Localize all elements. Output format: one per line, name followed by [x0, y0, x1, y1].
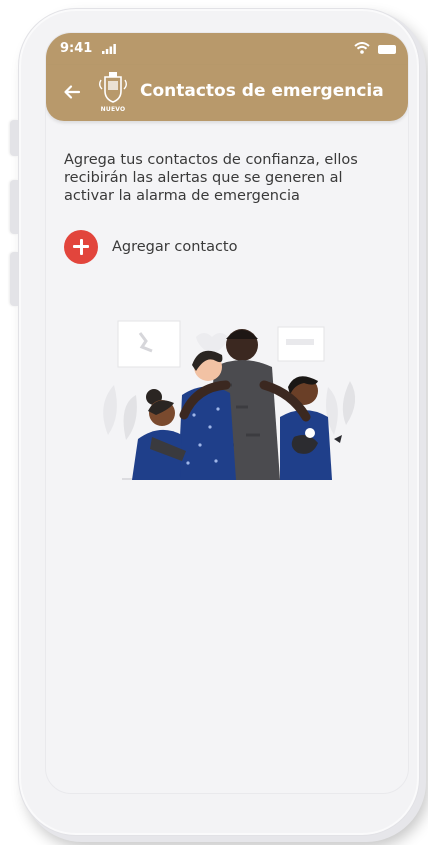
- page-title: Contactos de emergencia: [140, 81, 384, 101]
- status-bar: 9:41: [46, 33, 408, 65]
- battery-icon: [378, 45, 396, 54]
- signal-icon: [102, 44, 116, 54]
- phone-side-button-volume-up: [10, 180, 18, 234]
- instructions-text: Agrega tus contactos de confianza, ellos…: [64, 152, 358, 204]
- plus-icon[interactable]: [64, 230, 98, 264]
- add-contact-label: Agregar contacto: [112, 239, 238, 255]
- status-time: 9:41: [60, 41, 93, 56]
- app-header: NUEVO Contactos de emergencia: [46, 65, 408, 121]
- phone-side-button-volume-down: [10, 252, 18, 306]
- wifi-icon: [354, 42, 370, 54]
- logo-text: NUEVO: [100, 106, 126, 113]
- crest-icon: [99, 72, 127, 103]
- phone-side-button-mute: [10, 120, 18, 156]
- arrow-left-icon[interactable]: [62, 82, 82, 102]
- phone-screen: 9:41 NUEVO Contactos de emergencia Agreg…: [45, 32, 409, 794]
- family-illustration: [103, 320, 356, 480]
- add-contact-button[interactable]: Agregar contacto: [64, 229, 284, 265]
- government-logo: NUEVO: [94, 71, 132, 115]
